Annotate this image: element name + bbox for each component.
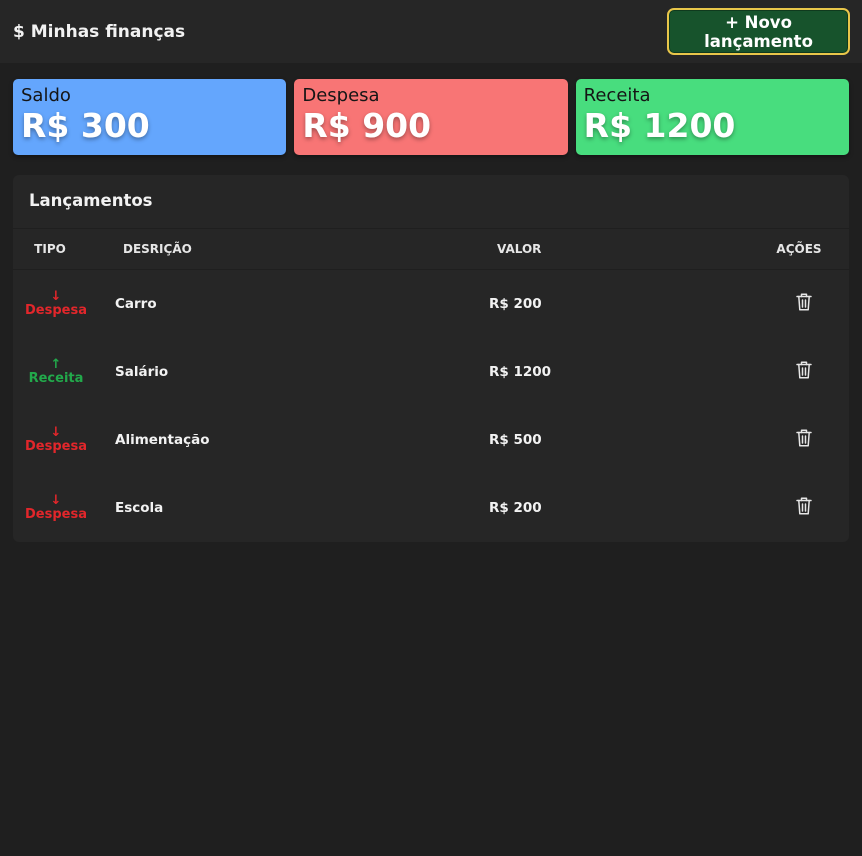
row-descricao: Escola <box>115 500 164 516</box>
row-descricao: Alimentação <box>115 432 210 448</box>
card-despesa-label: Despesa <box>302 85 380 106</box>
table-row: ↑ Receita Salário R$ 1200 <box>13 338 849 406</box>
tipo-label: Receita <box>28 371 84 386</box>
table-header: TIPO DESRIÇÃO VALOR AÇÕES <box>13 228 849 270</box>
card-receita-label: Receita <box>583 85 651 106</box>
app-title: $ Minhas finanças <box>13 21 186 42</box>
row-valor: R$ 200 <box>489 296 542 312</box>
top-bar: $ Minhas finanças + Novo lançamento <box>0 0 862 63</box>
header-tipo: TIPO <box>34 242 66 256</box>
tipo-receita: ↑ Receita <box>13 358 99 386</box>
header-acoes: AÇÕES <box>776 242 822 256</box>
card-despesa-value: R$ 900 <box>302 106 432 145</box>
row-valor: R$ 200 <box>489 500 542 516</box>
row-descricao: Salário <box>115 364 169 380</box>
header-valor: VALOR <box>497 242 542 256</box>
card-receita-value: R$ 1200 <box>583 106 736 145</box>
arrow-up-icon: ↑ <box>50 357 62 372</box>
entries-panel: Lançamentos TIPO DESRIÇÃO VALOR AÇÕES ↓ … <box>13 175 849 542</box>
tipo-label: Despesa <box>25 439 87 454</box>
row-valor: R$ 1200 <box>489 364 552 380</box>
table-row: ↓ Despesa Carro R$ 200 <box>13 270 849 338</box>
tipo-label: Despesa <box>25 303 87 318</box>
summary-cards: Saldo R$ 300 Despesa R$ 900 Receita R$ 1… <box>0 63 862 155</box>
card-saldo-value: R$ 300 <box>21 106 150 145</box>
table-row: ↓ Despesa Alimentação R$ 500 <box>13 406 849 474</box>
row-descricao: Carro <box>115 296 157 312</box>
card-saldo-label: Saldo <box>21 85 71 106</box>
header-descricao: DESRIÇÃO <box>123 242 192 256</box>
arrow-down-icon: ↓ <box>50 493 62 508</box>
tipo-despesa: ↓ Despesa <box>13 494 99 522</box>
entries-title: Lançamentos <box>29 191 153 210</box>
new-entry-button[interactable]: + Novo lançamento <box>667 8 850 55</box>
trash-icon[interactable] <box>796 292 812 312</box>
tipo-label: Despesa <box>25 507 87 522</box>
table-row: ↓ Despesa Escola R$ 200 <box>13 474 849 542</box>
trash-icon[interactable] <box>796 496 812 516</box>
card-receita: Receita R$ 1200 <box>575 79 849 155</box>
card-saldo: Saldo R$ 300 <box>13 79 287 155</box>
tipo-despesa: ↓ Despesa <box>13 290 99 318</box>
card-despesa: Despesa R$ 900 <box>294 79 568 155</box>
arrow-down-icon: ↓ <box>50 289 62 304</box>
trash-icon[interactable] <box>796 428 812 448</box>
row-valor: R$ 500 <box>489 432 542 448</box>
tipo-despesa: ↓ Despesa <box>13 426 99 454</box>
arrow-down-icon: ↓ <box>50 425 62 440</box>
trash-icon[interactable] <box>796 360 812 380</box>
